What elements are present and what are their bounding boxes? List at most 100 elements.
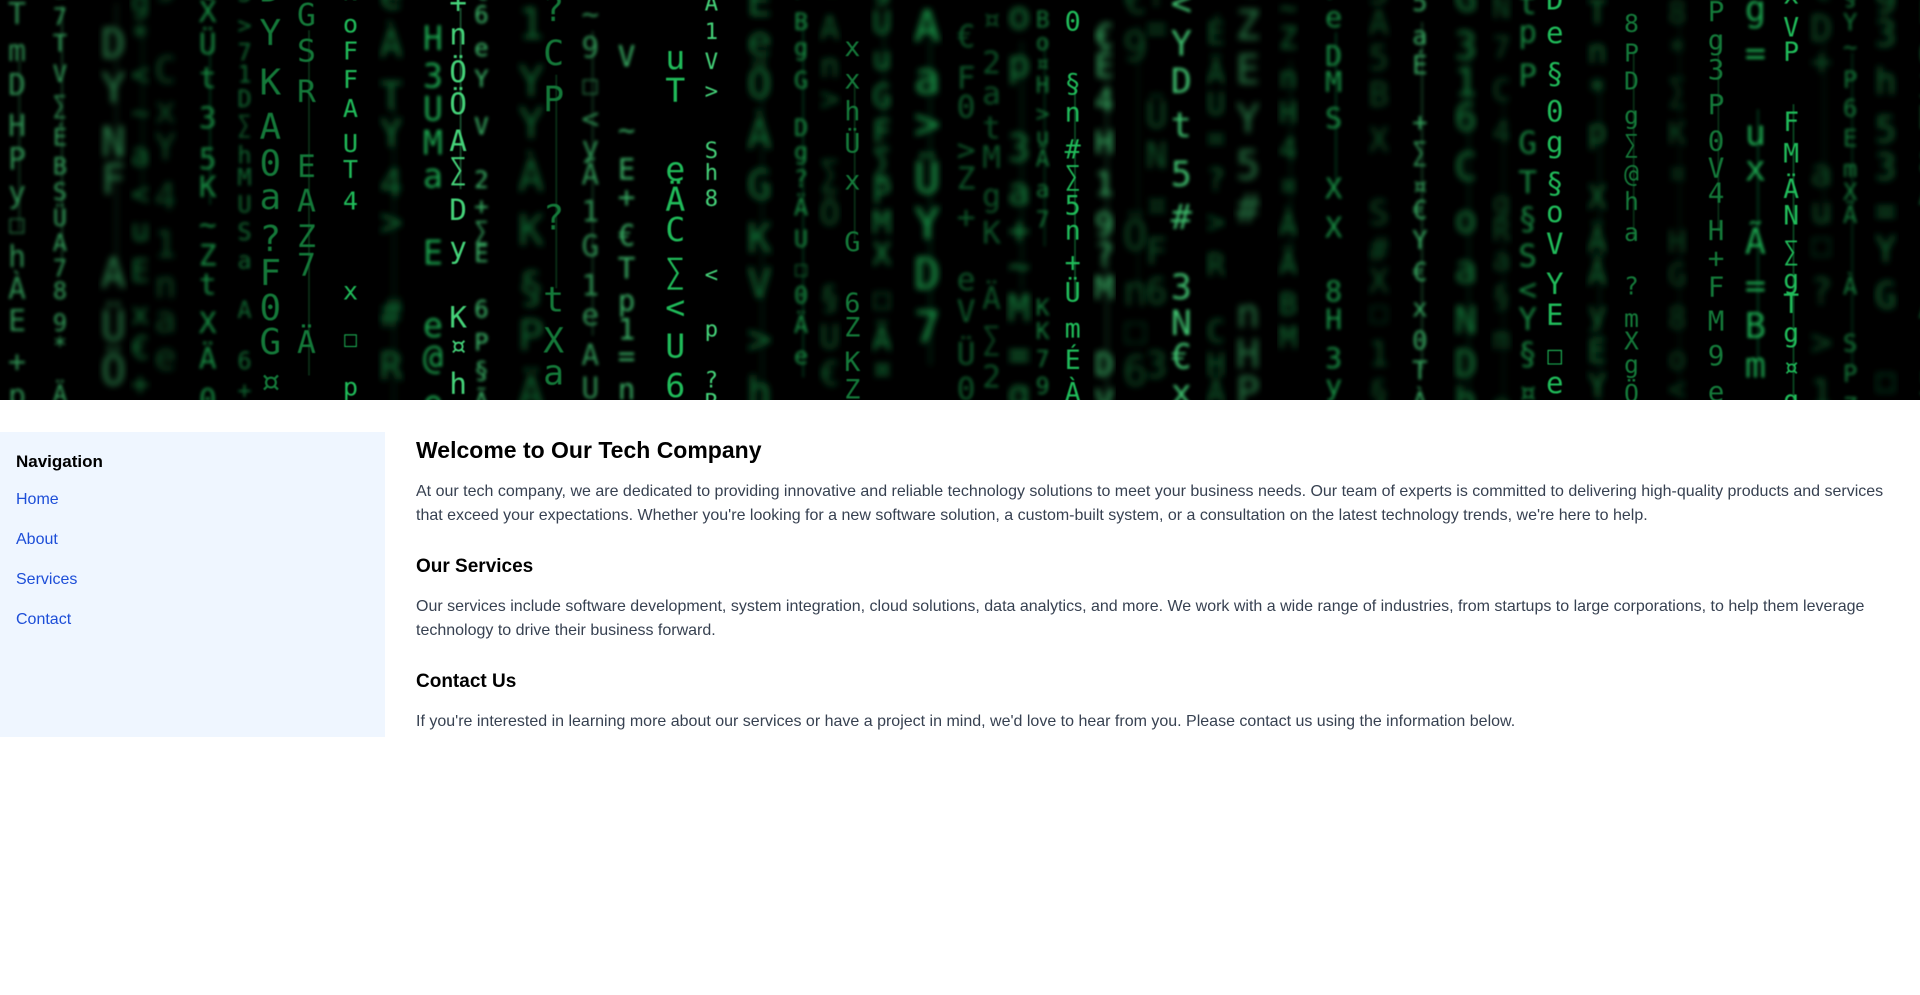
- code-glyph: 2: [982, 360, 1001, 396]
- code-glyph: +: [8, 345, 26, 380]
- code-glyph: M: [1325, 65, 1342, 99]
- code-glyph: =: [1008, 333, 1030, 377]
- code-glyph: a: [1454, 247, 1477, 291]
- code-glyph: 4: [380, 161, 403, 205]
- nav-link-contact[interactable]: Contact: [16, 611, 71, 628]
- code-glyph: €: [131, 331, 150, 367]
- code-glyph: ☐: [794, 254, 808, 282]
- code-glyph: Ã: [1036, 144, 1050, 172]
- code-glyph: M: [1008, 286, 1030, 330]
- code-glyph: À: [747, 110, 772, 158]
- code-glyph: S: [237, 218, 251, 246]
- code-glyph: g: [982, 179, 1001, 215]
- code-glyph: 8: [1668, 0, 1687, 31]
- code-glyph: C: [1207, 314, 1226, 350]
- code-glyph: 6: [1843, 94, 1858, 122]
- code-glyph: §: [518, 263, 544, 313]
- code-glyph: A: [101, 248, 126, 297]
- code-glyph: a: [260, 177, 282, 218]
- code-glyph: 3: [199, 101, 217, 136]
- code-glyph: V: [1095, 383, 1114, 400]
- code-glyph: 4: [1708, 177, 1725, 210]
- code-glyph: *: [131, 19, 150, 55]
- code-column: Aa>ÜYD7: [914, 3, 940, 366]
- code-glyph: Ö: [1123, 211, 1148, 260]
- code-glyph: 1: [1810, 372, 1832, 400]
- code-glyph: a: [423, 156, 443, 195]
- code-glyph: ?: [794, 165, 808, 193]
- code-glyph: #: [618, 0, 636, 3]
- code-glyph: D: [1624, 67, 1639, 96]
- code-glyph: §: [1492, 280, 1510, 315]
- code-glyph: T: [53, 30, 67, 58]
- nav-link-home[interactable]: Home: [16, 491, 59, 508]
- code-glyph: V: [1546, 227, 1564, 261]
- code-glyph: x: [1171, 372, 1192, 400]
- code-glyph: a: [1008, 169, 1030, 213]
- code-glyph: €: [1412, 196, 1427, 226]
- code-glyph: É: [1207, 14, 1226, 52]
- code-glyph: B: [1279, 288, 1297, 323]
- code-glyph: 1: [581, 195, 599, 229]
- code-glyph: a: [1624, 218, 1639, 247]
- sidebar: Navigation Home About Services Contact: [0, 432, 385, 737]
- code-glyph: K: [199, 170, 217, 205]
- code-glyph: 5: [1412, 0, 1427, 18]
- code-glyph: g: [1624, 350, 1639, 379]
- nav-link-services[interactable]: Services: [16, 571, 77, 588]
- code-glyph: ¤: [260, 362, 282, 400]
- code-glyph: Ä: [982, 279, 1001, 317]
- code-glyph: ¤: [1279, 169, 1297, 204]
- code-glyph: N: [1454, 298, 1477, 342]
- code-glyph: <: [705, 262, 718, 288]
- code-glyph: n: [449, 17, 467, 51]
- code-column: §tpPGT§S<Y§¤: [1518, 0, 1537, 400]
- code-glyph: g: [794, 138, 808, 166]
- code-glyph: A: [343, 94, 358, 123]
- code-glyph: Ä: [518, 367, 544, 400]
- code-column: ADe§0g§oVYE☐e: [1546, 0, 1564, 400]
- code-glyph: X: [199, 306, 217, 341]
- code-glyph: g: [131, 0, 150, 20]
- code-glyph: E: [1587, 333, 1607, 371]
- code-glyph: =: [1745, 266, 1766, 307]
- code-column: =a8PDg∑@ha?mXgÖ: [1624, 0, 1639, 400]
- code-glyph: o: [343, 10, 358, 39]
- code-column: >xVPFMÄN∑gTg¤g: [1783, 0, 1799, 400]
- nav-link-about[interactable]: About: [16, 531, 58, 548]
- code-glyph: M: [237, 164, 251, 192]
- code-glyph: o: [1546, 195, 1564, 229]
- code-glyph: V: [618, 40, 636, 74]
- code-glyph: S: [1325, 101, 1342, 135]
- code-glyph: T: [343, 155, 358, 184]
- code-glyph: ¤: [1518, 375, 1537, 400]
- code-glyph: ∑: [1624, 130, 1639, 159]
- code-glyph: P: [1708, 88, 1725, 121]
- code-glyph: H: [1325, 303, 1342, 337]
- code-glyph: x: [1745, 149, 1766, 190]
- code-glyph: =: [1146, 7, 1168, 50]
- code-glyph: x: [844, 166, 860, 197]
- code-glyph: g: [1708, 24, 1725, 57]
- code-glyph: G: [1454, 0, 1477, 20]
- code-glyph: Ü: [957, 335, 976, 373]
- code-glyph: F: [1146, 230, 1168, 273]
- code-column: €An>∑Ö§U€: [820, 0, 840, 393]
- code-glyph: a: [982, 76, 1001, 112]
- code-glyph: e: [1546, 16, 1564, 50]
- code-glyph: Ö: [449, 85, 467, 121]
- code-glyph: +: [131, 367, 150, 401]
- code-glyph: §: [1065, 68, 1081, 99]
- code-glyph: Z: [957, 161, 976, 197]
- code-glyph: ?: [543, 0, 564, 30]
- code-glyph: A: [297, 184, 316, 220]
- code-glyph: Z: [844, 312, 860, 343]
- main-content: Welcome to Our Tech Company At our tech …: [416, 432, 1886, 759]
- code-glyph: A: [53, 229, 67, 257]
- code-column: gCxY41nae: [154, 0, 176, 378]
- code-glyph: À: [1843, 272, 1858, 301]
- code-glyph: 9: [1708, 339, 1725, 372]
- code-glyph: a: [1492, 243, 1510, 278]
- code-glyph: u: [872, 39, 891, 77]
- code-glyph: x: [844, 65, 860, 96]
